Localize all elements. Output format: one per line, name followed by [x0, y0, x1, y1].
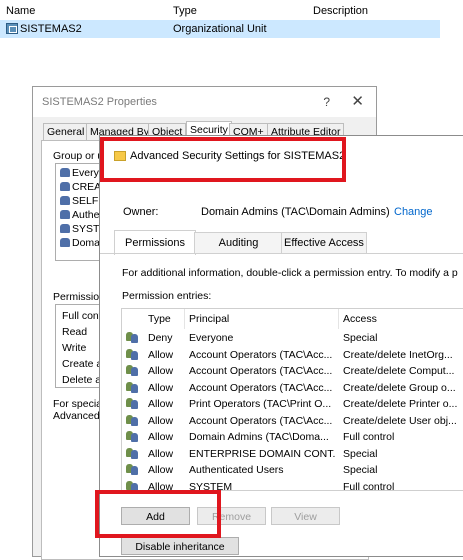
column-principal[interactable]: Principal: [189, 313, 229, 325]
tab-divider: [100, 253, 463, 254]
entry-principal: Domain Admins (TAC\Doma...: [189, 431, 329, 443]
user-group-icon: [126, 398, 139, 409]
entry-principal: Account Operators (TAC\Acc...: [189, 348, 333, 361]
user-group-icon: [60, 182, 70, 191]
entry-type: Allow: [148, 381, 174, 394]
table-row[interactable]: Allow Print Operators (TAC\Print O... Crea…: [122, 396, 463, 413]
entry-type: Allow: [148, 464, 174, 476]
entry-access: Special: [343, 464, 378, 476]
user-group-icon: [126, 414, 139, 426]
permission-entries-label: Permission entries:: [122, 290, 212, 302]
tab-permissions[interactable]: Permissions: [114, 230, 196, 255]
owner-value: Domain Admins (TAC\Domain Admins): [201, 206, 390, 218]
entry-type: Allow: [148, 431, 174, 443]
info-text: For additional information, double-click…: [122, 267, 458, 279]
highlight-box-add: [95, 490, 221, 538]
entry-principal: Account Operators (TAC\Acc...: [189, 414, 333, 427]
entry-access: Full control: [343, 431, 395, 443]
entry-principal: Account Operators (TAC\Acc...: [189, 381, 333, 394]
permission-item: Read: [62, 326, 88, 338]
permission-item: Write: [62, 342, 87, 354]
entry-principal: Authenticated Users: [189, 464, 284, 476]
entry-access: Special: [343, 447, 378, 460]
close-icon[interactable]: ✕: [351, 92, 364, 110]
owner-label: Owner:: [123, 206, 159, 218]
entry-principal: Everyone: [189, 332, 234, 344]
entry-access: Create/delete InetOrg...: [343, 348, 453, 361]
properties-title: SISTEMAS2 Properties: [42, 96, 157, 108]
column-separator: [338, 309, 339, 329]
user-group-icon: [60, 210, 70, 219]
list-item[interactable]: SELF: [60, 195, 98, 208]
list-item[interactable]: SISTEMAS2 Organizational Unit: [0, 20, 440, 38]
list-item[interactable]: Everyo: [60, 167, 105, 180]
table-row[interactable]: Allow Domain Admins (TAC\Doma... Full cont…: [122, 429, 463, 446]
disable-inheritance-button[interactable]: Disable inheritance: [121, 537, 239, 555]
entry-principal: Print Operators (TAC\Print O...: [189, 398, 332, 410]
entry-type: Allow: [148, 447, 174, 460]
user-group-icon: [126, 348, 139, 360]
entry-access: Special: [343, 332, 378, 344]
table-row[interactable]: Allow Account Operators (TAC\Acc... Create…: [122, 347, 463, 364]
tab-general[interactable]: General: [43, 123, 89, 140]
table-row[interactable]: Allow Account Operators (TAC\Acc... Create…: [122, 380, 463, 397]
entry-type: Allow: [148, 398, 174, 410]
organizational-unit-icon: [6, 23, 18, 34]
entry-type: Allow: [148, 348, 174, 361]
user-group-icon: [126, 464, 139, 475]
column-separator: [184, 309, 185, 329]
permission-entries-table[interactable]: Type Principal Access Deny Everyone Specia…: [121, 308, 463, 491]
entry-principal: Account Operators (TAC\Acc...: [189, 365, 333, 377]
entry-access: Create/delete User obj...: [343, 414, 457, 427]
list-item[interactable]: CREA: [60, 181, 101, 194]
entry-access: Full control: [343, 480, 395, 491]
column-description[interactable]: Description: [313, 5, 368, 17]
user-group-icon: [60, 238, 70, 247]
table-row[interactable]: Allow Account Operators (TAC\Acc... Create…: [122, 363, 463, 380]
view-button[interactable]: View: [271, 507, 340, 525]
column-type[interactable]: Type: [173, 5, 197, 17]
list-header: Name Type Description: [0, 0, 463, 20]
change-owner-link[interactable]: Change: [394, 206, 433, 218]
entry-access: Create/delete Group o...: [343, 381, 456, 394]
user-group-icon: [126, 447, 139, 459]
entry-access: Create/delete Printer o...: [343, 398, 458, 410]
entry-principal: ENTERPRISE DOMAIN CONT...: [189, 447, 335, 460]
user-group-icon: [126, 431, 139, 442]
entry-access: Create/delete Comput...: [343, 365, 455, 377]
table-row[interactable]: Allow Authenticated Users Special: [122, 462, 463, 479]
table-row[interactable]: Deny Everyone Special: [122, 330, 463, 347]
user-group-icon: [126, 381, 139, 393]
table-row[interactable]: Allow Account Operators (TAC\Acc... Create…: [122, 413, 463, 430]
entry-type: Deny: [148, 332, 173, 344]
table-row[interactable]: Allow ENTERPRISE DOMAIN CONT... Special: [122, 446, 463, 463]
highlight-box-title: [100, 137, 346, 182]
column-type[interactable]: Type: [148, 313, 171, 325]
user-group-icon: [60, 168, 70, 177]
item-type: Organizational Unit: [173, 23, 267, 35]
column-access[interactable]: Access: [343, 313, 377, 325]
properties-titlebar: SISTEMAS2 Properties ? ✕: [33, 87, 376, 117]
tab-auditing[interactable]: Auditing: [194, 232, 283, 253]
special-note-advanced: Advanced.: [53, 410, 103, 422]
column-name[interactable]: Name: [6, 5, 35, 17]
user-group-icon: [126, 332, 139, 343]
entry-type: Allow: [148, 365, 174, 377]
user-icon: [60, 224, 70, 233]
help-button[interactable]: ?: [323, 95, 330, 109]
entry-type: Allow: [148, 414, 174, 427]
list-item[interactable]: Auther: [60, 209, 103, 222]
user-icon: [60, 196, 70, 205]
tab-effective-access[interactable]: Effective Access: [281, 232, 367, 253]
user-group-icon: [126, 365, 139, 376]
item-name: SISTEMAS2: [20, 23, 82, 35]
